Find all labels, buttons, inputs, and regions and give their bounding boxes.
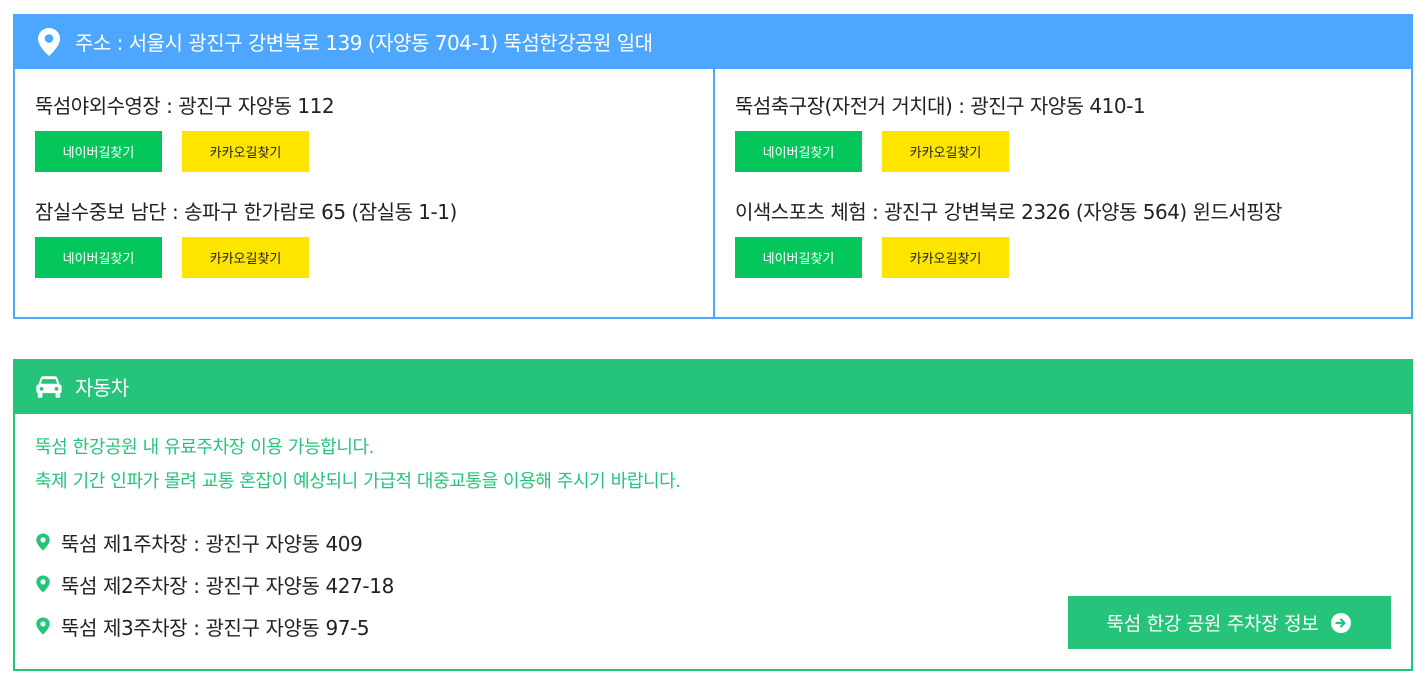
kakao-directions-button[interactable]: 카카오길찾기 bbox=[182, 131, 309, 172]
address-column-right: 뚝섬축구장(자전거 거치대) : 광진구 자양동 410-1 네이버길찾기 카카… bbox=[713, 69, 1411, 317]
parking-info-button-label: 뚝섬 한강 공원 주차장 정보 bbox=[1106, 613, 1319, 635]
naver-directions-button[interactable]: 네이버길찾기 bbox=[735, 131, 862, 172]
list-item: 뚝섬 제1주차장 : 광진구 자양동 409 bbox=[35, 521, 1391, 563]
location-pin-icon bbox=[35, 27, 63, 57]
address-item-title: 잠실수중보 남단 : 송파구 한가람로 65 (잠실동 1-1) bbox=[35, 200, 457, 224]
address-item-title: 뚝섬야외수영장 : 광진구 자양동 112 bbox=[35, 94, 335, 118]
address-item: 이색스포츠 체험 : 광진구 강변북로 2326 (자양동 564) 윈드서핑장… bbox=[735, 197, 1391, 278]
address-item: 잠실수중보 남단 : 송파구 한가람로 65 (잠실동 1-1) 네이버길찾기 … bbox=[35, 197, 693, 278]
car-header-text: 자동차 bbox=[75, 376, 129, 400]
parking-lot-text: 뚝섬 제3주차장 : 광진구 자양동 97-5 bbox=[61, 615, 370, 640]
address-item: 뚝섬축구장(자전거 거치대) : 광진구 자양동 410-1 네이버길찾기 카카… bbox=[735, 91, 1391, 172]
parking-lot-text: 뚝섬 제2주차장 : 광진구 자양동 427-18 bbox=[61, 573, 394, 598]
address-item: 뚝섬야외수영장 : 광진구 자양동 112 네이버길찾기 카카오길찾기 bbox=[35, 91, 693, 172]
location-pin-icon bbox=[35, 533, 51, 551]
naver-directions-button[interactable]: 네이버길찾기 bbox=[735, 237, 862, 278]
location-pin-icon bbox=[35, 617, 51, 635]
car-icon bbox=[35, 372, 63, 402]
parking-notice-line-2: 축제 기간 인파가 몰려 교통 혼잡이 예상되니 가급적 대중교통을 이용해 주… bbox=[35, 471, 681, 492]
naver-directions-button[interactable]: 네이버길찾기 bbox=[35, 237, 162, 278]
arrow-right-circle-icon bbox=[1330, 612, 1352, 634]
address-card: 주소 : 서울시 광진구 강변북로 139 (자양동 704-1) 뚝섬한강공원… bbox=[13, 14, 1413, 319]
location-pin-icon bbox=[35, 575, 51, 593]
kakao-directions-button[interactable]: 카카오길찾기 bbox=[882, 131, 1009, 172]
parking-info-button[interactable]: 뚝섬 한강 공원 주차장 정보 bbox=[1068, 596, 1391, 649]
kakao-directions-button[interactable]: 카카오길찾기 bbox=[882, 237, 1009, 278]
address-item-title: 이색스포츠 체험 : 광진구 강변북로 2326 (자양동 564) 윈드서핑장 bbox=[735, 200, 1283, 224]
car-card: 자동차 뚝섬 한강공원 내 유료주차장 이용 가능합니다. 축제 기간 인파가 … bbox=[13, 359, 1413, 671]
address-column-left: 뚝섬야외수영장 : 광진구 자양동 112 네이버길찾기 카카오길찾기 잠실수중… bbox=[15, 69, 713, 317]
address-header: 주소 : 서울시 광진구 강변북로 139 (자양동 704-1) 뚝섬한강공원… bbox=[13, 14, 1413, 69]
kakao-directions-button[interactable]: 카카오길찾기 bbox=[182, 237, 309, 278]
car-header: 자동차 bbox=[13, 359, 1413, 414]
parking-lot-text: 뚝섬 제1주차장 : 광진구 자양동 409 bbox=[61, 531, 363, 556]
address-item-title: 뚝섬축구장(자전거 거치대) : 광진구 자양동 410-1 bbox=[735, 94, 1146, 118]
naver-directions-button[interactable]: 네이버길찾기 bbox=[35, 131, 162, 172]
parking-notice-line-1: 뚝섬 한강공원 내 유료주차장 이용 가능합니다. bbox=[35, 437, 374, 458]
address-header-text: 주소 : 서울시 광진구 강변북로 139 (자양동 704-1) 뚝섬한강공원… bbox=[75, 31, 653, 55]
